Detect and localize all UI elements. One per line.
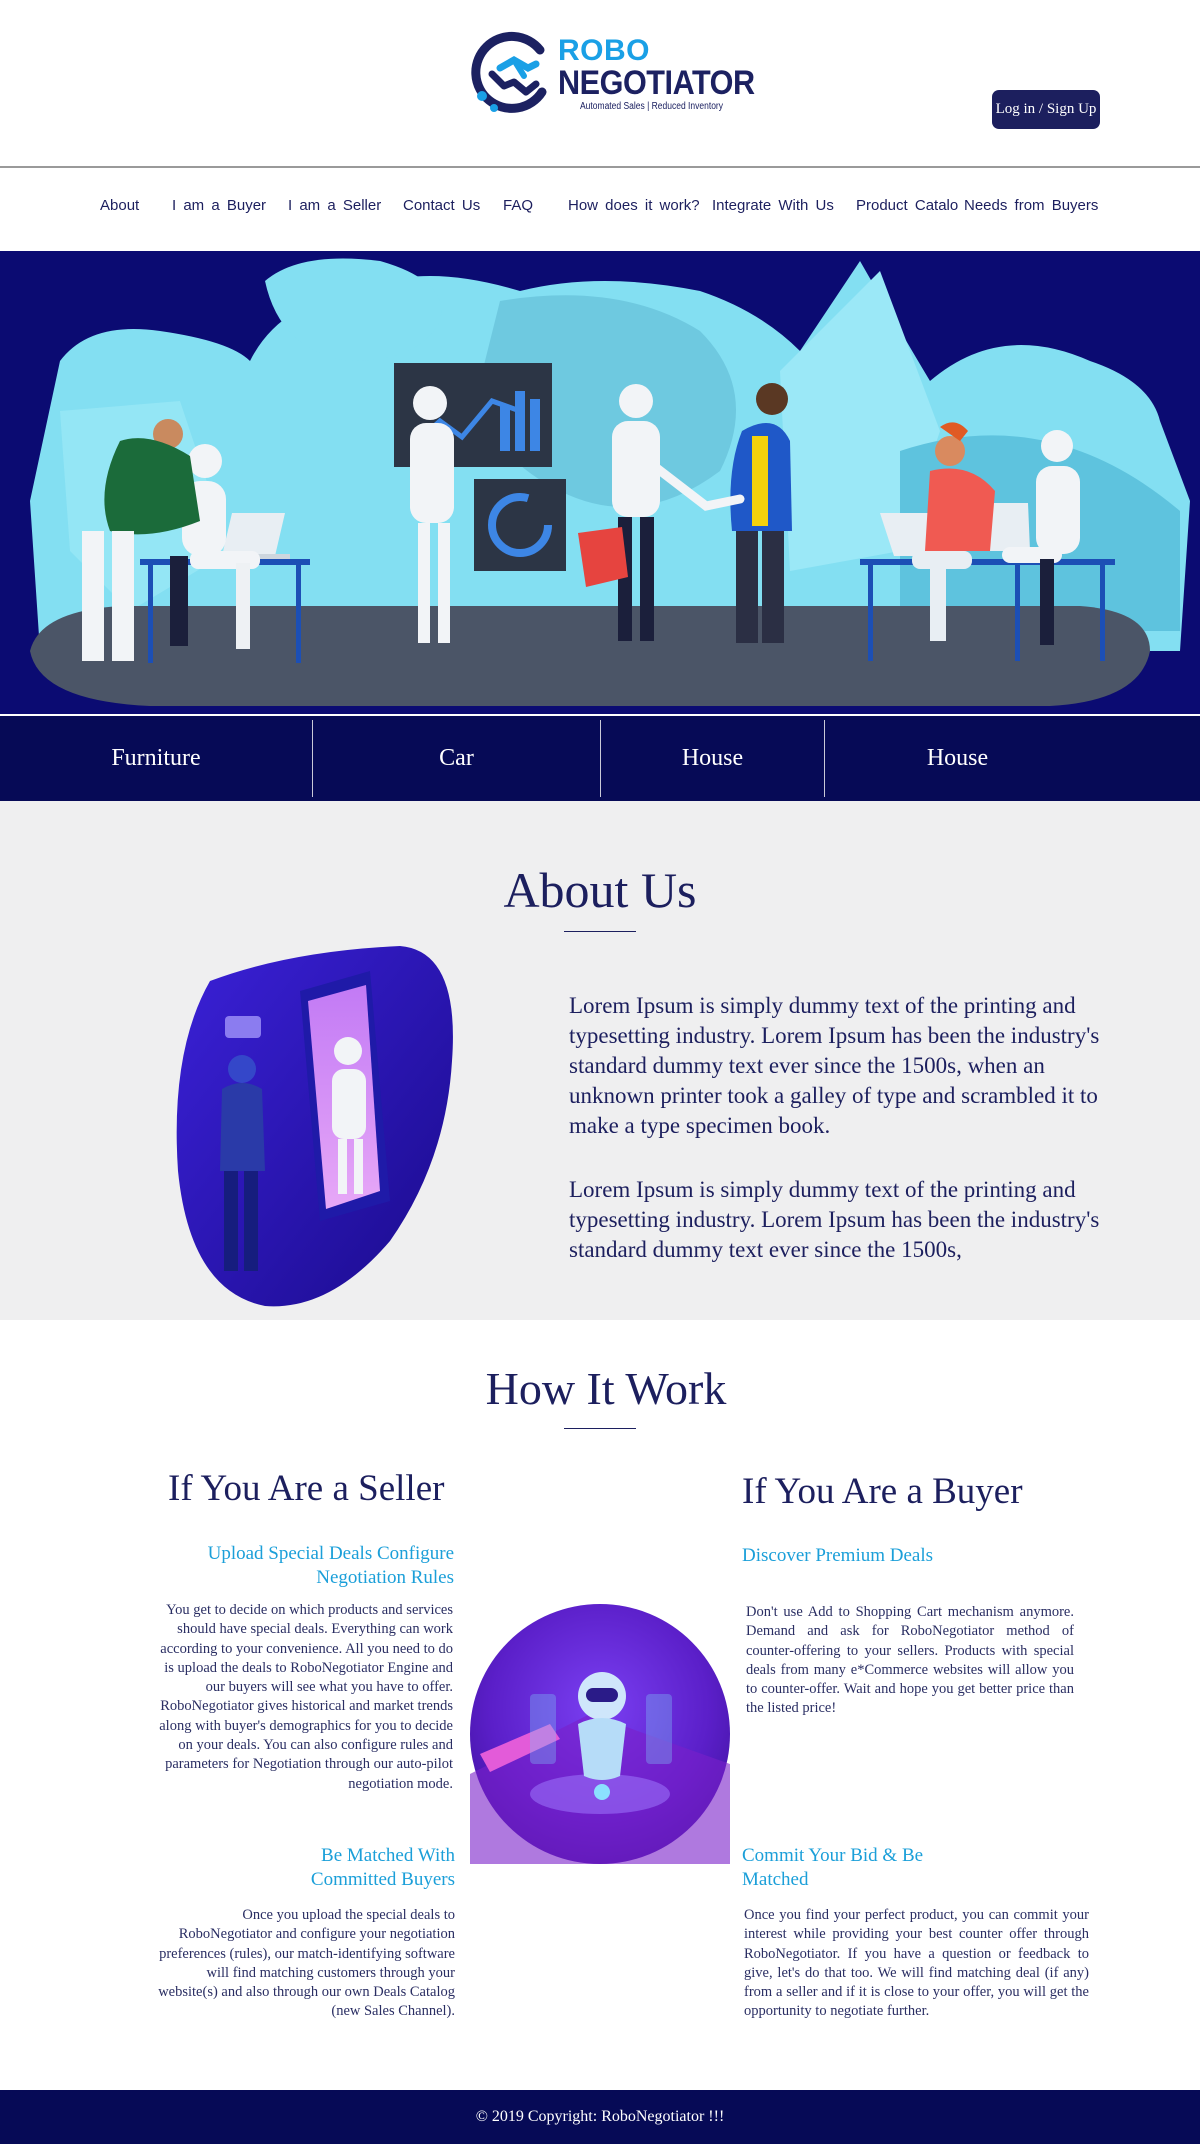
nav-item-about[interactable]: About: [100, 197, 139, 214]
about-paragraph-1: Lorem Ipsum is simply dummy text of the …: [569, 993, 1100, 1138]
nav-item-product-catalog[interactable]: Product Catalo: [856, 197, 958, 214]
nav-item-how-it-works[interactable]: How does it work?: [568, 197, 700, 214]
title-underline: [564, 931, 636, 932]
seller-heading: If You Are a Seller: [168, 1468, 445, 1509]
copyright-text: © 2019 Copyright: RoboNegotiator !!!: [475, 2108, 725, 2125]
category-car[interactable]: Car: [313, 716, 600, 801]
seller-step1-title: Upload Special Deals Configure Negotiati…: [207, 1543, 454, 1588]
about-paragraph-2: Lorem Ipsum is simply dummy text of the …: [569, 1177, 1100, 1262]
main-nav: About I am a Buyer I am a Seller Contact…: [0, 170, 1200, 252]
hero-banner: [0, 251, 1200, 714]
buyer-step2-text: Once you find your perfect product, you …: [744, 1907, 1089, 2020]
buyer-step1-title: Discover Premium Deals: [742, 1545, 934, 1566]
category-house-2[interactable]: House: [825, 716, 1090, 801]
nav-item-buyer[interactable]: I am a Buyer: [172, 197, 266, 214]
about-section: About Us Lorem Ipsum is simply dummy tex…: [0, 801, 1200, 1320]
buyer-step2-title: Commit Your Bid & Be Matched: [742, 1845, 924, 1890]
logo-text-top: ROBO: [558, 34, 650, 67]
nav-item-contact[interactable]: Contact Us: [403, 197, 480, 214]
robot-hologram-illustration: [470, 1604, 730, 1864]
seller-step2-text: Once you upload the special deals to Rob…: [158, 1907, 455, 2020]
buyer-heading: If You Are a Buyer: [742, 1471, 1023, 1512]
site-footer: © 2019 Copyright: RoboNegotiator !!!: [0, 2090, 1200, 2144]
site-header: ROBO NEGOTIATOR Automated Sales | Reduce…: [0, 0, 1200, 168]
hero-illustration: [30, 258, 1190, 706]
nav-item-needs-from-buyers[interactable]: Needs from Buyers: [964, 197, 1098, 214]
title-underline: [564, 1428, 636, 1429]
brand-logo[interactable]: ROBO NEGOTIATOR Automated Sales | Reduce…: [470, 30, 755, 120]
logo-tagline: Automated Sales | Reduced Inventory: [580, 101, 724, 112]
category-bar: Furniture Car House House: [0, 716, 1200, 801]
login-signup-button[interactable]: Log in / Sign Up: [992, 90, 1100, 129]
nav-item-integrate[interactable]: Integrate With Us: [712, 197, 834, 214]
seller-step2-title: Be Matched With Committed Buyers: [310, 1845, 455, 1890]
seller-step1-text: You get to decide on which products and …: [159, 1602, 453, 1792]
category-house[interactable]: House: [601, 716, 824, 801]
nav-item-seller[interactable]: I am a Seller: [288, 197, 381, 214]
category-furniture[interactable]: Furniture: [0, 716, 312, 801]
logo-text-bottom: NEGOTIATOR: [558, 64, 755, 102]
buyer-step1-text: Don't use Add to Shopping Cart mechanism…: [746, 1604, 1074, 1717]
handshake-logo-icon: [471, 31, 547, 113]
robot-mirror-illustration: [176, 946, 453, 1307]
how-it-works-title: How It Work: [485, 1363, 727, 1414]
about-title: About Us: [503, 862, 697, 918]
nav-item-faq[interactable]: FAQ: [503, 197, 533, 214]
